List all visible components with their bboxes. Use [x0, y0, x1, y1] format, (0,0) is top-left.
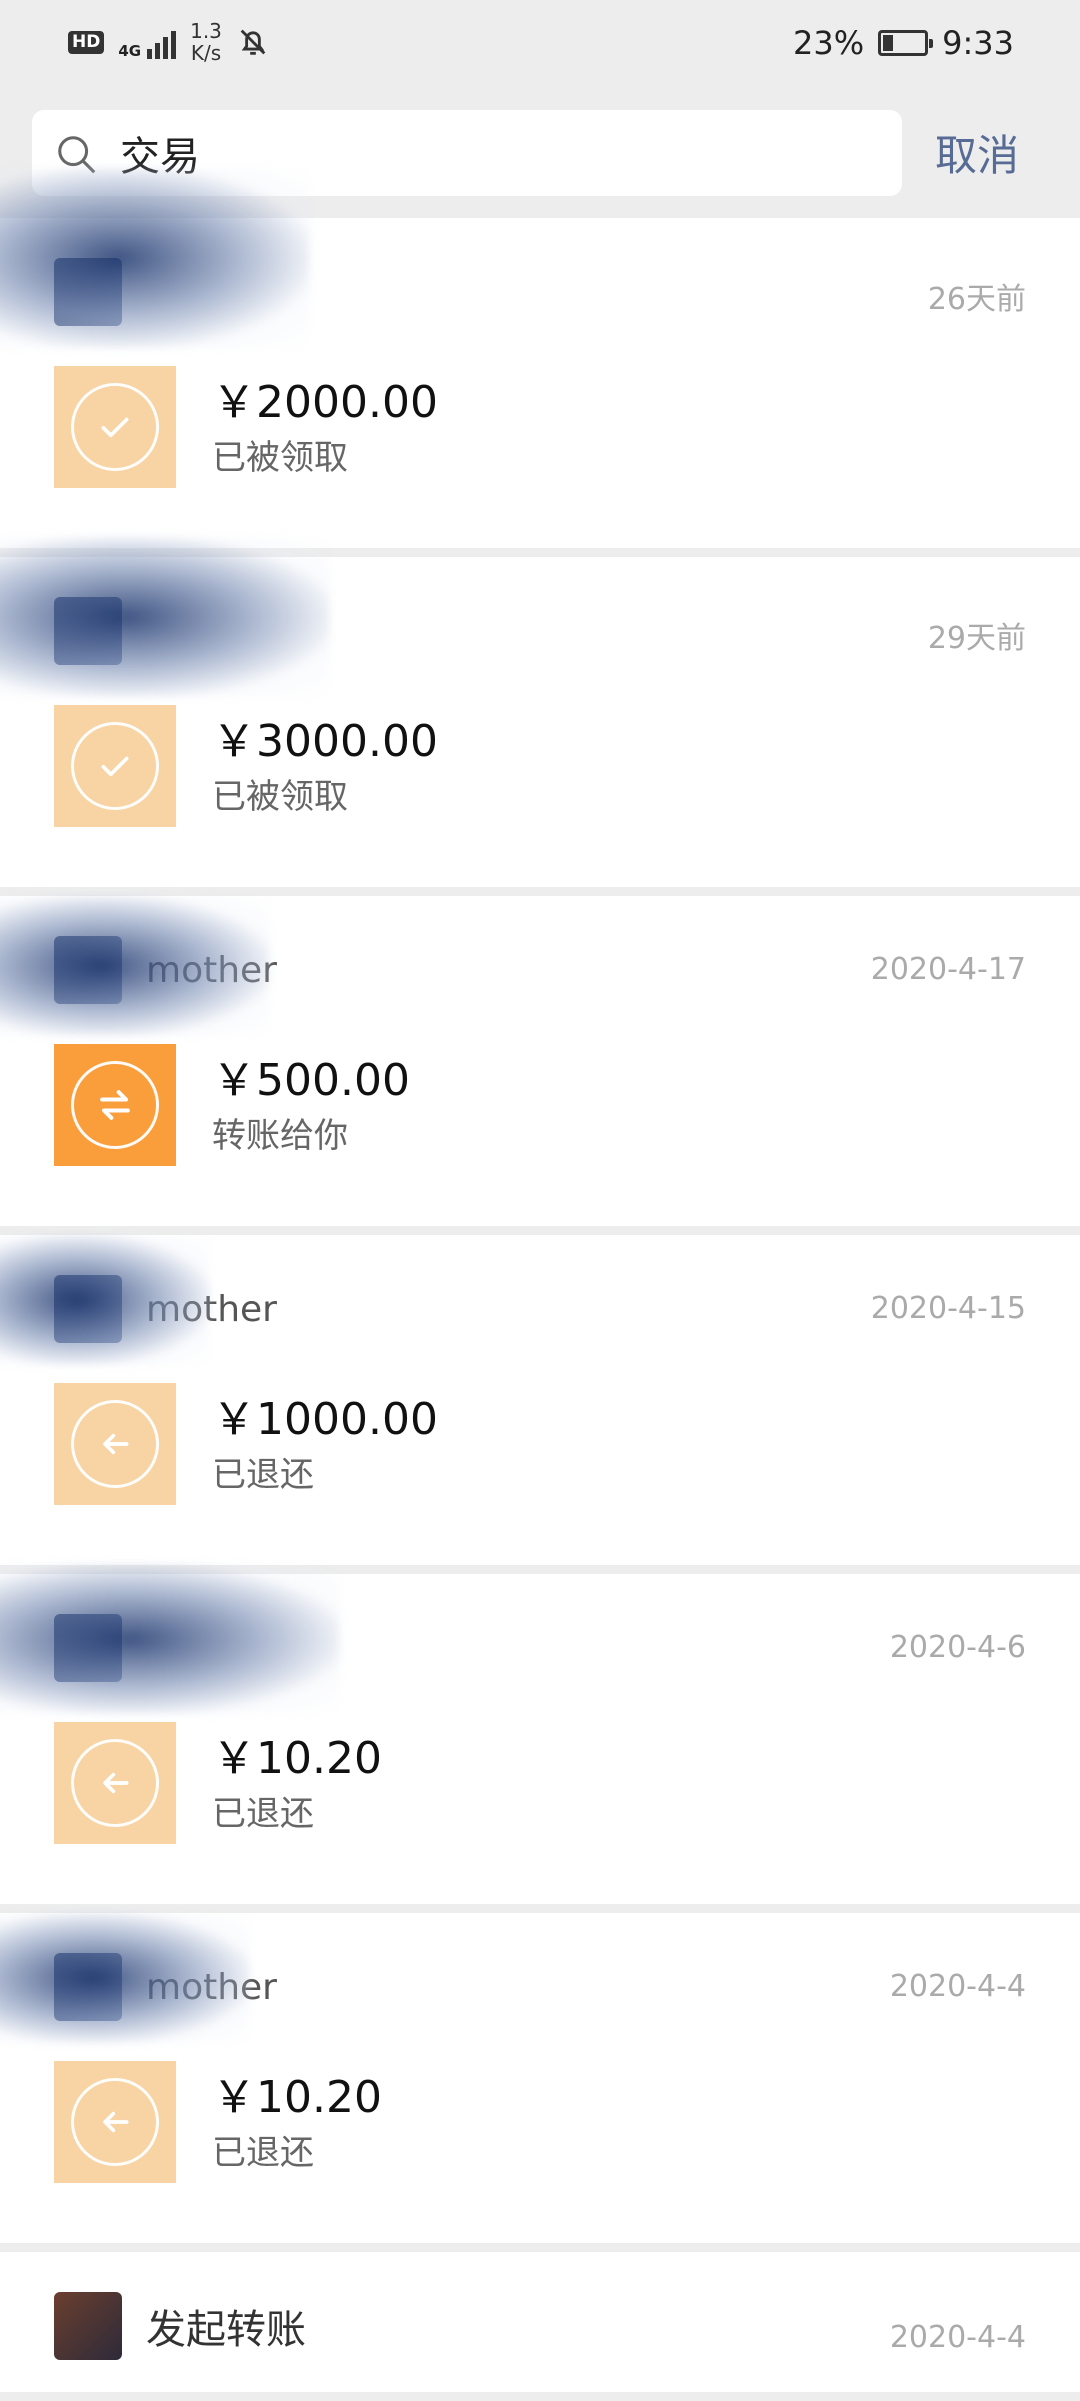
transaction-item[interactable]: mother 2020-4-15 ￥1000.00 已退还 [0, 1235, 1080, 1565]
sender [54, 258, 146, 326]
sender [54, 1614, 146, 1682]
check-icon [71, 383, 159, 471]
battery-icon [878, 30, 934, 56]
avatar [54, 936, 122, 1004]
sender: mother [54, 1953, 277, 2021]
transaction-amount: ￥2000.00 [212, 377, 438, 428]
transaction-time: 2020-4-4 [889, 1969, 1026, 2004]
transaction-item[interactable]: mother 2020-4-17 ￥500.00 转账给你 [0, 896, 1080, 1226]
transaction-time: 2020-4-6 [889, 1630, 1026, 1665]
cancel-button[interactable]: 取消 [935, 122, 1019, 183]
transaction-status: 已退还 [212, 1455, 314, 1495]
transaction-status: 已被领取 [212, 777, 348, 817]
transaction-amount: ￥10.20 [212, 2072, 382, 2123]
sender-name: mother [146, 1966, 277, 2008]
search-icon [58, 136, 96, 174]
network-speed: 1.3 K/s [190, 20, 222, 64]
transaction-icon [54, 1722, 176, 1844]
return-arrow-icon [71, 1400, 159, 1488]
transaction-item[interactable]: 26天前 ￥2000.00 已被领取 [0, 168, 1080, 548]
status-bar: HD 4G 1.3 K/s 23% 9:33 [0, 0, 1080, 90]
sender-name: mother [146, 949, 277, 991]
transaction-time: 2020-4-17 [870, 952, 1026, 987]
transaction-time: 29天前 [927, 621, 1026, 656]
transaction-icon [54, 705, 176, 827]
transaction-status: 已被领取 [212, 438, 348, 478]
check-icon [71, 722, 159, 810]
sender-name: mother [146, 1288, 277, 1330]
transaction-time: 2020-4-4 [889, 2320, 1026, 2355]
transaction-icon [54, 1383, 176, 1505]
transaction-time: 26天前 [927, 282, 1026, 317]
transaction-amount: ￥500.00 [212, 1055, 410, 1106]
return-arrow-icon [71, 2078, 159, 2166]
avatar [54, 2292, 122, 2360]
avatar [54, 1275, 122, 1343]
transaction-icon [54, 1044, 176, 1166]
search-input[interactable] [120, 110, 880, 196]
status-left: HD 4G 1.3 K/s [68, 20, 270, 64]
sender-name: 发起转账 [146, 2307, 306, 2353]
avatar [54, 1614, 122, 1682]
avatar [54, 1953, 122, 2021]
transaction-item[interactable]: 发起转账 2020-4-4 [0, 2252, 1080, 2392]
redaction-mark [0, 537, 330, 697]
search-box[interactable] [32, 110, 902, 196]
transaction-status: 已退还 [212, 1794, 314, 1834]
transaction-item[interactable]: mother 2020-4-4 ￥10.20 已退还 [0, 1913, 1080, 2243]
clock: 9:33 [942, 24, 1014, 62]
sender: mother [54, 1275, 277, 1343]
battery-fill [883, 35, 894, 51]
avatar [54, 258, 122, 326]
sender [54, 597, 146, 665]
transaction-list: 26天前 ￥2000.00 已被领取 29天前 ￥3000.00 已被领取 mother 20… [0, 168, 1080, 2401]
transaction-item[interactable]: 29天前 ￥3000.00 已被领取 [0, 537, 1080, 887]
sender: 发起转账 [54, 2292, 306, 2360]
transaction-status: 转账给你 [212, 1116, 348, 1156]
sender: mother [54, 936, 277, 1004]
transaction-icon [54, 366, 176, 488]
transaction-item[interactable]: 2020-4-6 ￥10.20 已退还 [0, 1564, 1080, 1904]
redaction-mark [0, 1564, 340, 1714]
network-type: 4G [118, 42, 142, 60]
bell-off-icon [240, 29, 266, 55]
avatar [54, 597, 122, 665]
signal-icon: 4G [118, 25, 177, 60]
transaction-amount: ￥3000.00 [212, 716, 438, 767]
status-right: 23% 9:33 [793, 24, 1014, 62]
transaction-amount: ￥10.20 [212, 1733, 382, 1784]
transfer-icon [71, 1061, 159, 1149]
transaction-status: 已退还 [212, 2133, 314, 2173]
network-speed-unit: K/s [190, 41, 222, 65]
search-bar: 取消 [0, 100, 1080, 210]
network-speed-value: 1.3 [190, 19, 222, 43]
battery-percent: 23% [793, 24, 865, 62]
transaction-icon [54, 2061, 176, 2183]
hd-badge: HD [68, 30, 105, 54]
transaction-amount: ￥1000.00 [212, 1394, 438, 1445]
transaction-time: 2020-4-15 [870, 1291, 1026, 1326]
return-arrow-icon [71, 1739, 159, 1827]
